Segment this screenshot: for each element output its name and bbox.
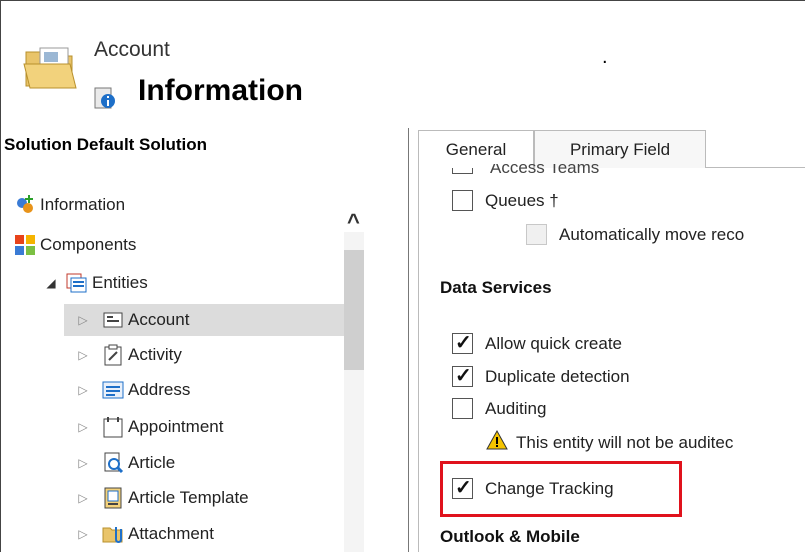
solution-label: Solution Default Solution <box>4 135 208 154</box>
attachment-entity-icon <box>102 523 124 545</box>
entity-item-article-template[interactable]: ▷ Article Template <box>76 483 249 513</box>
entity-item-article[interactable]: ▷ Article <box>76 448 175 478</box>
scroll-up-chevron-icon[interactable]: ^ <box>347 211 360 233</box>
allow-quick-create-option[interactable]: ✓ Allow quick create <box>452 332 623 354</box>
tab-primary-field[interactable]: Primary Field <box>534 130 706 168</box>
expand-triangle-icon[interactable]: ▷ <box>76 527 90 541</box>
expand-triangle-icon[interactable]: ▷ <box>76 456 90 470</box>
header-dot: . <box>602 46 608 68</box>
access-teams-label: Access Teams <box>490 164 600 174</box>
activity-entity-icon <box>102 344 124 366</box>
expand-triangle-icon[interactable]: ▷ <box>76 491 90 505</box>
nav-item-label: Entities <box>92 273 148 292</box>
auditing-label: Auditing <box>485 398 547 418</box>
information-title-icon <box>94 87 115 109</box>
duplicate-detection-checkbox[interactable]: ✓ <box>452 365 473 387</box>
access-teams-checkbox[interactable] <box>452 168 473 174</box>
entity-item-account[interactable]: ▷ Account <box>76 305 189 335</box>
expand-triangle-icon[interactable]: ▷ <box>76 383 90 397</box>
entity-label: Article <box>128 453 176 472</box>
nav-item-information[interactable]: Information <box>14 190 125 220</box>
entity-label: Activity <box>128 345 182 364</box>
queues-label: Queues † <box>485 190 559 210</box>
audit-warning: This entity will not be auditec <box>486 429 734 455</box>
auto-move-option: Automatically move reco <box>526 224 744 245</box>
entities-icon <box>66 272 88 294</box>
warning-icon <box>486 429 508 455</box>
entity-label: Account <box>128 310 190 329</box>
nav-item-entities[interactable]: ◢ Entities <box>44 268 148 298</box>
tab-label: Primary Field <box>569 139 671 159</box>
expand-triangle-icon[interactable]: ▷ <box>76 420 90 434</box>
allow-quick-create-checkbox[interactable]: ✓ <box>452 332 473 354</box>
entity-label: Attachment <box>128 524 214 543</box>
nav-item-components[interactable]: Components <box>14 230 136 260</box>
entity-item-activity[interactable]: ▷ Activity <box>76 340 182 370</box>
checkmark-icon: ✓ <box>455 332 472 354</box>
nav-scrollbar-thumb[interactable] <box>344 250 364 370</box>
article-entity-icon <box>102 452 124 474</box>
page-title: Information <box>138 74 303 107</box>
entity-label: Article Template <box>128 488 249 507</box>
collapse-triangle-icon[interactable]: ◢ <box>44 276 58 290</box>
auto-move-label: Automatically move reco <box>559 224 745 244</box>
entity-label: Address <box>128 380 191 399</box>
components-icon <box>14 234 36 256</box>
nav-item-label: Information <box>40 195 126 214</box>
tab-label: General <box>445 140 507 159</box>
data-services-heading: Data Services <box>440 278 552 297</box>
expand-triangle-icon[interactable]: ▷ <box>76 313 90 327</box>
folder-icon <box>23 47 77 89</box>
entity-label: Appointment <box>128 417 224 436</box>
change-tracking-highlight <box>440 461 682 517</box>
entity-item-address[interactable]: ▷ Address <box>76 375 190 405</box>
content-border <box>418 167 419 552</box>
checkmark-icon: ✓ <box>455 365 472 387</box>
duplicate-detection-option[interactable]: ✓ Duplicate detection <box>452 365 630 387</box>
queues-checkbox[interactable] <box>452 190 473 211</box>
outlook-mobile-heading: Outlook & Mobile <box>440 527 580 546</box>
auditing-checkbox[interactable] <box>452 398 473 419</box>
entity-item-appointment[interactable]: ▷ Appointment <box>76 412 223 442</box>
audit-warning-text: This entity will not be auditec <box>516 432 734 452</box>
nav-item-label: Components <box>40 235 137 254</box>
allow-quick-create-label: Allow quick create <box>485 333 623 353</box>
auto-move-checkbox <box>526 224 547 245</box>
appointment-entity-icon <box>102 416 124 438</box>
article-template-entity-icon <box>102 487 124 509</box>
information-icon <box>14 194 36 216</box>
auditing-option[interactable]: Auditing <box>452 398 546 419</box>
expand-triangle-icon[interactable]: ▷ <box>76 348 90 362</box>
address-entity-icon <box>102 379 124 401</box>
entity-item-attachment[interactable]: ▷ Attachment <box>76 519 214 549</box>
account-entity-icon <box>102 309 124 331</box>
queues-option[interactable]: Queues † <box>452 190 559 211</box>
entity-name: Account <box>94 38 170 61</box>
nav-divider <box>408 128 409 552</box>
duplicate-detection-label: Duplicate detection <box>485 366 630 386</box>
